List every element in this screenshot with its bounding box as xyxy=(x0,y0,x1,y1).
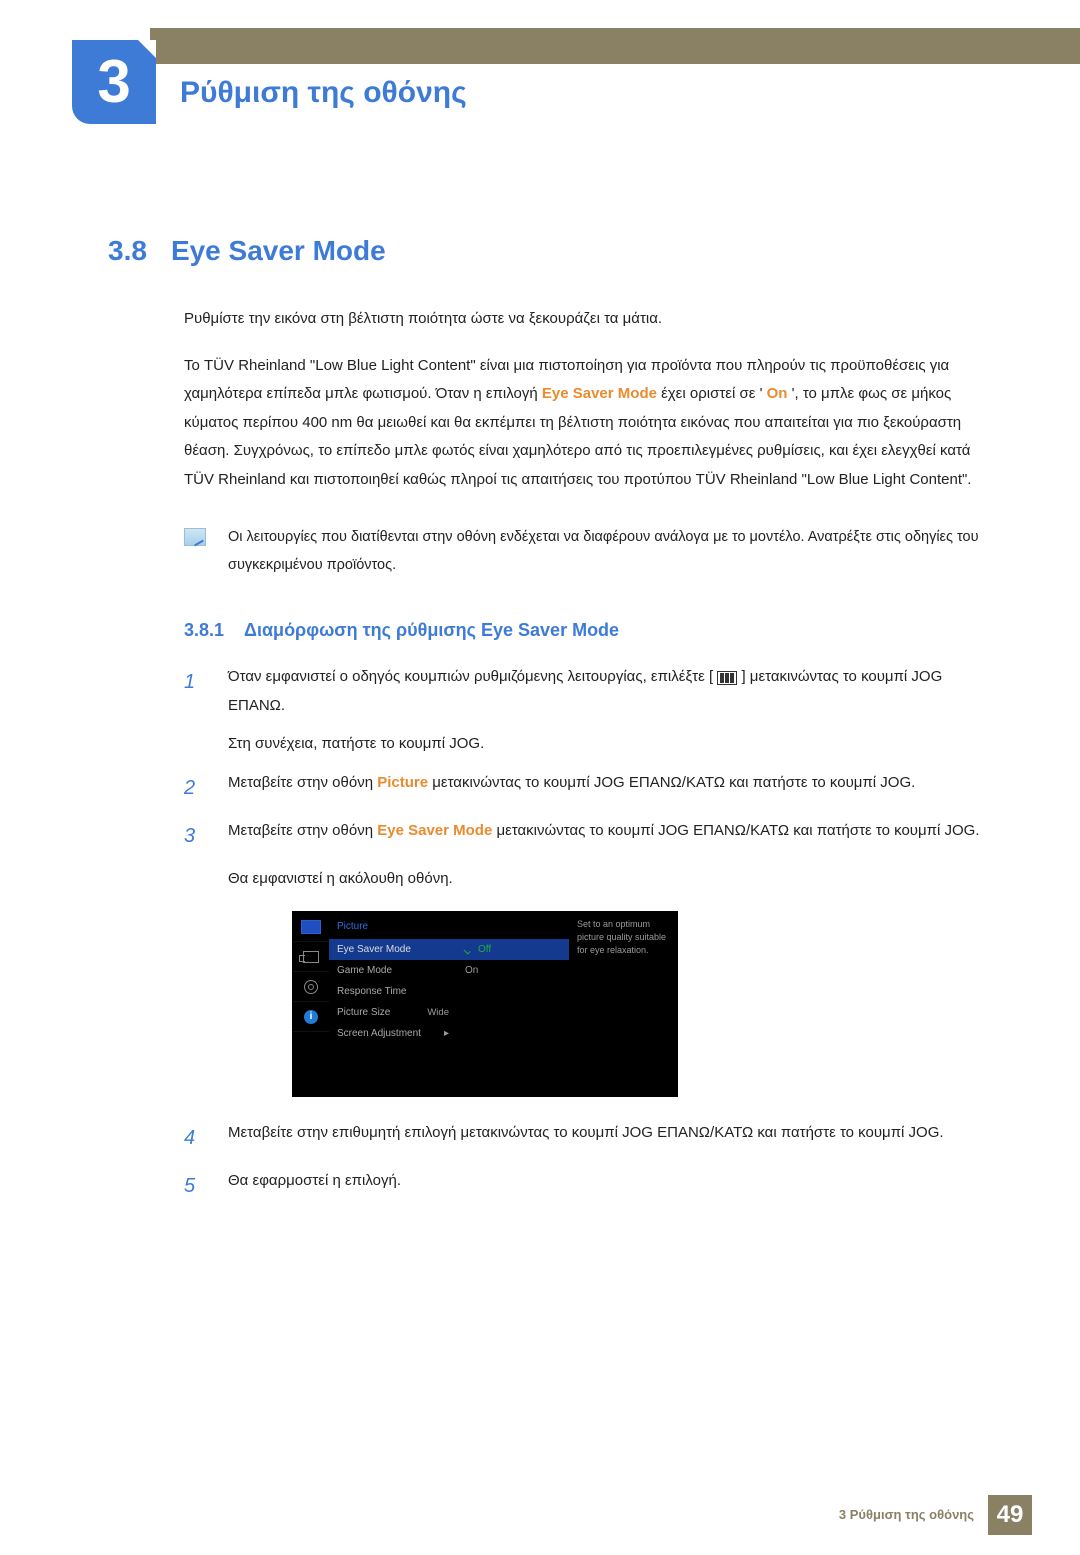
step-text: μετακινώντας το κουμπί JOG ΕΠΑΝΩ/ΚΑΤΩ κα… xyxy=(496,822,979,839)
step-text: Όταν εμφανιστεί ο οδηγός κουμπιών ρυθμιζ… xyxy=(228,668,713,685)
section-heading: 3.8 Eye Saver Mode xyxy=(108,224,1000,277)
body-text: έχει οριστεί σε ' xyxy=(661,385,762,402)
chapter-title: Ρύθμιση της οθόνης xyxy=(180,64,467,121)
osd-item-game-mode: Game Mode xyxy=(329,960,457,981)
check-icon xyxy=(465,945,474,954)
step-text: Μεταβείτε στην οθόνη xyxy=(228,822,377,839)
chevron-right-icon: ▸ xyxy=(444,1024,449,1043)
osd-nav-info-icon: i xyxy=(293,1002,329,1032)
step-1-sub: Στη συνέχεια, πατήστε το κουμπί JOG. xyxy=(228,730,1000,759)
page-footer: 3 Ρύθμιση της οθόνης 49 xyxy=(839,1495,1032,1535)
step-3: 3 Μεταβείτε στην οθόνη Eye Saver Mode με… xyxy=(184,817,1000,855)
osd-nav-picture-icon xyxy=(293,912,329,942)
note-icon xyxy=(184,528,206,546)
osd-menu-list: Picture Eye Saver Mode Game Mode Respons… xyxy=(329,912,457,1096)
osd-description: Set to an optimum picture quality suitab… xyxy=(569,912,677,1096)
osd-item-eye-saver: Eye Saver Mode xyxy=(329,939,457,960)
osd-item-label: Picture Size xyxy=(337,1003,390,1022)
osd-item-response-time: Response Time xyxy=(329,981,457,1002)
footer-chapter-ref: 3 Ρύθμιση της οθόνης xyxy=(839,1503,974,1528)
highlight-picture: Picture xyxy=(377,774,428,791)
highlight-eye-saver: Eye Saver Mode xyxy=(377,822,492,839)
osd-value-off: Off xyxy=(457,939,569,960)
step-2: 2 Μεταβείτε στην οθόνη Picture μετακινών… xyxy=(184,769,1000,807)
step-text: Μεταβείτε στην επιθυμητή επιλογή μετακιν… xyxy=(228,1119,1000,1157)
osd-value-list: Off On xyxy=(457,912,569,1096)
osd-item-screen-adjust: Screen Adjustment ▸ xyxy=(329,1023,457,1044)
highlight-eye-saver: Eye Saver Mode xyxy=(542,385,657,402)
step-5: 5 Θα εφαρμοστεί η επιλογή. xyxy=(184,1167,1000,1205)
body-paragraph: Το TÜV Rheinland "Low Blue Light Content… xyxy=(184,352,1000,495)
subsection-heading: 3.8.1 Διαμόρφωση της ρύθμισης Eye Saver … xyxy=(184,613,1000,647)
step-3-sub: Θα εμφανιστεί η ακόλουθη οθόνη. xyxy=(228,865,1000,894)
step-text: μετακινώντας το κουμπί JOG ΕΠΑΝΩ/ΚΑΤΩ κα… xyxy=(432,774,915,791)
subsection-number: 3.8.1 xyxy=(184,613,224,647)
step-number: 2 xyxy=(184,769,208,807)
note-text: Οι λειτουργίες που διατίθενται στην οθόν… xyxy=(228,524,1000,579)
osd-nav-settings-icon xyxy=(293,972,329,1002)
osd-nav: i xyxy=(293,912,329,1096)
page-number: 49 xyxy=(988,1495,1032,1535)
step-text: Μεταβείτε στην οθόνη xyxy=(228,774,377,791)
menu-icon xyxy=(717,671,737,685)
step-number: 4 xyxy=(184,1119,208,1157)
section-number: 3.8 xyxy=(108,224,147,277)
note-block: Οι λειτουργίες που διατίθενται στην οθόν… xyxy=(184,524,1000,579)
osd-value-on: On xyxy=(457,960,569,981)
step-4: 4 Μεταβείτε στην επιθυμητή επιλογή μετακ… xyxy=(184,1119,1000,1157)
osd-item-label: Screen Adjustment xyxy=(337,1024,421,1043)
step-number: 3 xyxy=(184,817,208,855)
step-text: Θα εφαρμοστεί η επιλογή. xyxy=(228,1167,1000,1205)
chapter-number-badge: 3 xyxy=(72,40,156,124)
osd-nav-pip-icon xyxy=(293,942,329,972)
highlight-on: On xyxy=(767,385,788,402)
subsection-title: Διαμόρφωση της ρύθμισης Eye Saver Mode xyxy=(244,613,619,647)
header-bar xyxy=(150,28,1080,64)
osd-value-label: Off xyxy=(478,940,491,959)
step-1: 1 Όταν εμφανιστεί ο οδηγός κουμπιών ρυθμ… xyxy=(184,663,1000,720)
osd-value-wide: Wide xyxy=(427,1004,449,1022)
osd-menu-title: Picture xyxy=(329,912,457,939)
section-title: Eye Saver Mode xyxy=(171,224,386,277)
osd-item-picture-size: Picture Size Wide xyxy=(329,1002,457,1023)
intro-paragraph: Ρυθμίστε την εικόνα στη βέλτιστη ποιότητ… xyxy=(184,305,1000,334)
osd-screenshot: i Picture Eye Saver Mode Game Mode Respo… xyxy=(292,911,678,1097)
step-number: 5 xyxy=(184,1167,208,1205)
step-number: 1 xyxy=(184,663,208,720)
